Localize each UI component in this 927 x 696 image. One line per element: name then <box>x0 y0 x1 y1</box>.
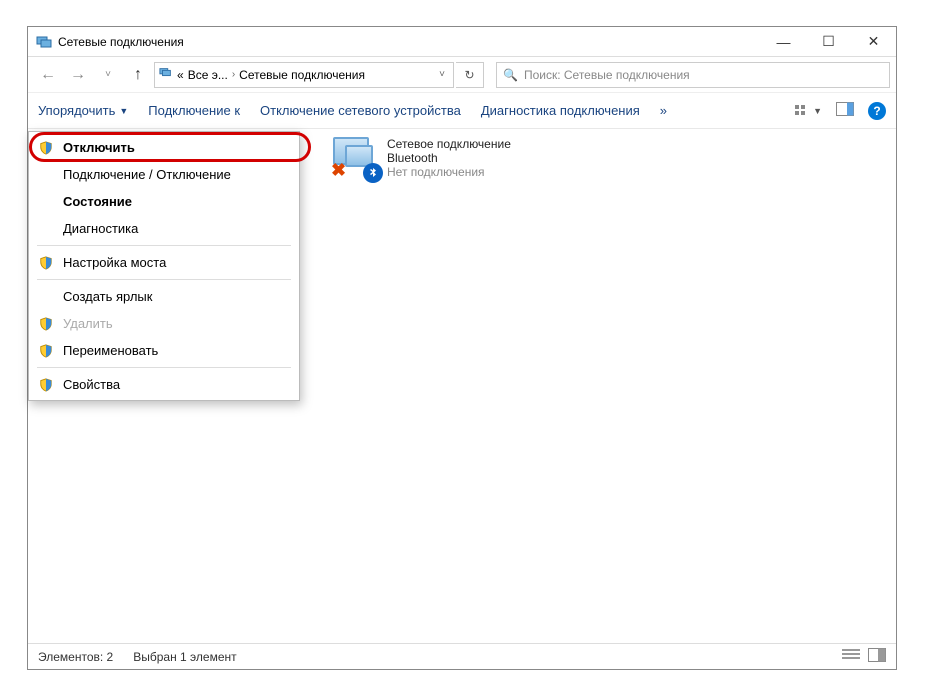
adapter-status: Нет подключения <box>387 165 511 179</box>
context-menu: Отключить Подключение / Отключение Состо… <box>28 131 300 401</box>
close-button[interactable]: ✕ <box>851 27 896 56</box>
network-adapter-item[interactable]: ✖ Сетевое подключение Bluetooth Нет подк… <box>333 137 553 179</box>
breadcrumb-1[interactable]: Все э... <box>188 68 228 82</box>
help-button[interactable]: ? <box>868 102 886 120</box>
disconnected-x-icon: ✖ <box>331 160 346 181</box>
address-bar: ← → ˅ ↑ « Все э... › Сетевые подключения… <box>28 57 896 93</box>
ctx-connect-disconnect[interactable]: Подключение / Отключение <box>29 161 299 188</box>
forward-button[interactable]: → <box>64 61 92 89</box>
search-placeholder: Поиск: Сетевые подключения <box>524 68 690 82</box>
bluetooth-icon <box>363 163 383 183</box>
address-box[interactable]: « Все э... › Сетевые подключения ˅ <box>154 62 454 88</box>
organize-button[interactable]: Упорядочить▼ <box>38 103 128 118</box>
up-button[interactable]: ↑ <box>124 61 152 89</box>
breadcrumb-prefix: « <box>177 68 184 82</box>
minimize-button[interactable]: — <box>761 27 806 56</box>
item-count: Элементов: 2 <box>38 650 113 664</box>
address-dropdown[interactable]: ˅ <box>435 69 449 80</box>
breadcrumb-sep: › <box>232 69 235 80</box>
breadcrumb-2[interactable]: Сетевые подключения <box>239 68 365 82</box>
window: Сетевые подключения — ☐ ✕ ← → ˅ ↑ « Все … <box>27 26 897 670</box>
disable-device-button[interactable]: Отключение сетевого устройства <box>260 103 461 118</box>
adapter-icon: ✖ <box>333 137 377 177</box>
window-title: Сетевые подключения <box>58 35 184 49</box>
ctx-rename[interactable]: Переименовать <box>29 337 299 364</box>
shield-icon <box>37 256 55 270</box>
refresh-button[interactable]: ↻ <box>456 62 484 88</box>
titlebar: Сетевые подключения — ☐ ✕ <box>28 27 896 57</box>
search-box[interactable]: 🔍 Поиск: Сетевые подключения <box>496 62 890 88</box>
window-controls: — ☐ ✕ <box>761 27 896 56</box>
shield-icon <box>37 344 55 358</box>
back-button[interactable]: ← <box>34 61 62 89</box>
status-bar: Элементов: 2 Выбран 1 элемент <box>28 643 896 669</box>
details-view-button[interactable] <box>842 648 860 665</box>
folder-icon <box>159 66 173 83</box>
ctx-separator <box>37 245 291 246</box>
recent-dropdown[interactable]: ˅ <box>94 61 122 89</box>
adapter-text: Сетевое подключение Bluetooth Нет подклю… <box>387 137 511 179</box>
ctx-properties[interactable]: Свойства <box>29 371 299 398</box>
connect-to-button[interactable]: Подключение к <box>148 103 240 118</box>
shield-icon <box>37 141 55 155</box>
maximize-button[interactable]: ☐ <box>806 27 851 56</box>
chevron-down-icon: ▼ <box>119 106 128 116</box>
ctx-create-shortcut[interactable]: Создать ярлык <box>29 283 299 310</box>
ctx-diagnose[interactable]: Диагностика <box>29 215 299 242</box>
app-icon <box>36 34 52 50</box>
adapter-name-line1: Сетевое подключение <box>387 137 511 151</box>
adapter-name-line2: Bluetooth <box>387 151 511 165</box>
ctx-separator <box>37 367 291 368</box>
ctx-status[interactable]: Состояние <box>29 188 299 215</box>
preview-pane-button[interactable] <box>836 102 854 119</box>
selection-count: Выбран 1 элемент <box>133 650 236 664</box>
toolbar: Упорядочить▼ Подключение к Отключение се… <box>28 93 896 129</box>
search-icon: 🔍 <box>503 68 518 82</box>
shield-icon <box>37 317 55 331</box>
view-options-button[interactable]: ▼ <box>794 104 822 118</box>
large-icons-view-button[interactable] <box>868 648 886 665</box>
content-area: ✖ Сетевое подключение Bluetooth Нет подк… <box>28 129 896 643</box>
shield-icon <box>37 378 55 392</box>
ctx-delete: Удалить <box>29 310 299 337</box>
toolbar-overflow[interactable]: » <box>660 103 667 118</box>
diagnose-button[interactable]: Диагностика подключения <box>481 103 640 118</box>
ctx-disable[interactable]: Отключить <box>29 134 299 161</box>
ctx-bridge[interactable]: Настройка моста <box>29 249 299 276</box>
ctx-separator <box>37 279 291 280</box>
